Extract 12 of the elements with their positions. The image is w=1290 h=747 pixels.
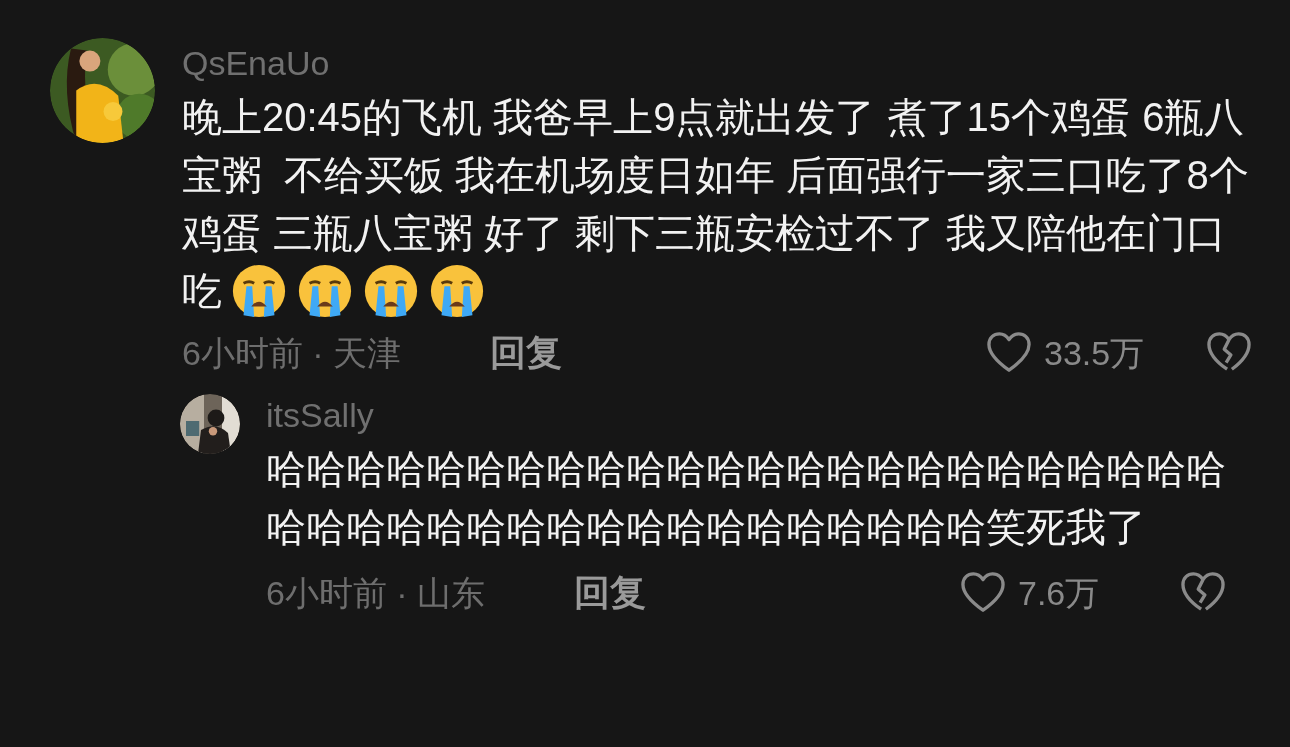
like-count: 7.6万 [1018, 572, 1101, 614]
username[interactable]: itsSally [266, 390, 374, 441]
heart-icon[interactable] [960, 572, 1006, 615]
like-count: 33.5万 [1044, 332, 1146, 374]
heart-icon[interactable] [986, 332, 1032, 375]
time-location: 6小时前 · 天津 [182, 332, 403, 374]
time-location: 6小时前 · 山东 [266, 572, 487, 614]
comment-text: 晚上20:45的飞机 我爸早上9点就出发了 煮了15个鸡蛋 6瓶八宝粥 不给买饭 我在机场度日如年 后面强行一家三口吃了8个鸡蛋 三瓶八宝粥 好了 剩下三瓶安检过不了 我又陪他在门口吃 [182, 88, 1252, 321]
username[interactable]: QsEnaUo [182, 38, 330, 88]
reply-link[interactable]: 回复 [490, 326, 562, 381]
comment-text: 哈哈哈哈哈哈哈哈哈哈哈哈哈哈哈哈哈哈哈哈哈哈哈哈哈哈哈哈哈哈哈哈哈哈哈哈哈哈哈哈哈哈笑死我了 [266, 446, 1226, 552]
reply-link[interactable]: 回复 [574, 566, 646, 621]
